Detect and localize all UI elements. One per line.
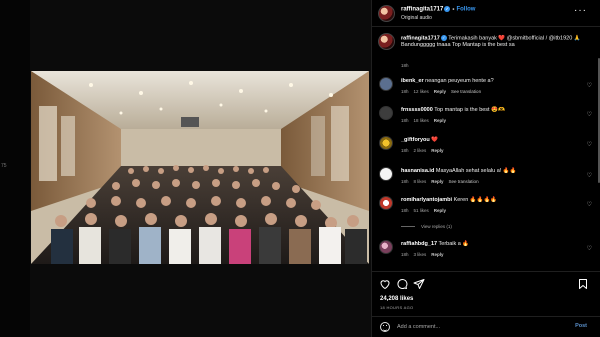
reply-button[interactable]: Reply <box>431 148 443 153</box>
comment-text: Top mantap is the best 😍🫶 <box>434 107 505 113</box>
comment-username[interactable]: _giftforyou <box>401 137 430 143</box>
author-avatar[interactable] <box>378 5 395 22</box>
separator-dot: • <box>452 6 455 13</box>
heart-icon[interactable]: ♡ <box>587 111 592 118</box>
comment-username[interactable]: hasnanisa.id <box>401 168 434 174</box>
comment-time: 18h <box>401 148 409 153</box>
caption-author-avatar[interactable] <box>378 33 395 50</box>
commenter-avatar[interactable] <box>379 106 393 120</box>
reply-button[interactable]: Reply <box>434 89 446 94</box>
post-age: 18 HOURS AGO <box>380 305 414 310</box>
comment-username[interactable]: ibenk_er <box>401 78 424 84</box>
commenter-avatar[interactable] <box>379 77 393 91</box>
replies-divider <box>401 226 415 228</box>
comment-time: 18h <box>401 179 409 184</box>
commenter-avatar[interactable] <box>379 240 393 254</box>
reply-button[interactable]: Reply <box>434 118 446 123</box>
save-bookmark-icon[interactable] <box>577 278 589 290</box>
heart-icon[interactable]: ♡ <box>587 141 592 148</box>
comment-text: Keren 🔥🔥🔥🔥 <box>453 197 498 203</box>
comment-text: Terbaik a 🔥 <box>438 241 470 247</box>
commenter-avatar[interactable] <box>379 196 393 210</box>
share-paper-plane-icon[interactable] <box>413 278 425 290</box>
comment-time: 18h <box>401 89 409 94</box>
verified-badge-icon: ✓ <box>444 6 451 12</box>
comment-likes[interactable]: 51 likes <box>414 208 429 213</box>
comment-text: MasyaAllah sehat selalu a! 🔥🔥 <box>435 168 517 174</box>
comment-item: frnssss0000 Top mantap is the best 😍🫶 18… <box>372 104 600 128</box>
post-header: raffinagita1717 ✓ • Follow Original audio ·… <box>372 0 600 27</box>
see-translation-link[interactable]: See translation <box>449 179 479 184</box>
emoji-smile-icon[interactable] <box>380 322 390 332</box>
commenter-avatar[interactable] <box>379 167 393 181</box>
crowd-photo <box>31 71 369 264</box>
reply-button[interactable]: Reply <box>431 252 443 257</box>
comment-likes[interactable]: 12 likes <box>414 89 429 94</box>
likes-count[interactable]: 24,208 likes <box>380 296 413 302</box>
comment-likes[interactable]: 3 likes <box>414 252 427 257</box>
heart-icon[interactable]: ♡ <box>587 245 592 252</box>
caption-timestamp: 18h <box>401 63 409 68</box>
comment-username[interactable]: raffiahbdg_17 <box>401 241 437 247</box>
comment-text: ❤️ <box>431 137 439 143</box>
comment-time: 18h <box>401 252 409 257</box>
comment-item: romiharlyantojambi Keren 🔥🔥🔥🔥 18h 51 like… <box>372 194 600 218</box>
view-replies-label: View replies (1) <box>421 224 452 229</box>
view-replies-button[interactable]: View replies (1) <box>401 224 452 229</box>
comment-time: 18h <box>401 208 409 213</box>
post-actions: 24,208 likes 18 HOURS AGO <box>372 271 600 315</box>
heart-icon[interactable]: ♡ <box>587 201 592 208</box>
comment-likes[interactable]: 8 likes <box>414 179 427 184</box>
comment-input[interactable] <box>397 321 547 333</box>
post-image[interactable]: 👤 🔇 <box>31 71 369 264</box>
comment-text: neangan peuyeum hente a? <box>425 78 494 84</box>
like-heart-icon[interactable] <box>379 278 391 290</box>
reply-button[interactable]: Reply <box>434 208 446 213</box>
author-username[interactable]: raffinagita1717 <box>401 7 443 13</box>
comment-item: raffiahbdg_17 Terbaik a 🔥 18h 3 likes Repl… <box>372 238 600 262</box>
reply-button[interactable]: Reply <box>431 179 443 184</box>
verified-badge-icon: ✓ <box>440 35 447 41</box>
add-comment-bar: Post <box>372 316 600 337</box>
see-translation-link[interactable]: See translation <box>451 89 481 94</box>
commenter-avatar[interactable] <box>379 136 393 150</box>
author-line: raffinagita1717 ✓ • Follow <box>401 6 475 13</box>
comment-item: hasnanisa.id MasyaAllah sehat selalu a! … <box>372 165 600 189</box>
comments-list[interactable]: raffinagita1717 ✓ Terimakasih banyak ❤️ @… <box>372 28 600 271</box>
caption-text: raffinagita1717 ✓ Terimakasih banyak ❤️ @… <box>401 35 586 49</box>
comment-time: 18h <box>401 118 409 123</box>
follow-button[interactable]: Follow <box>456 7 475 13</box>
comment-username[interactable]: romiharlyantojambi <box>401 197 452 203</box>
post-comment-button[interactable]: Post <box>575 323 587 329</box>
heart-icon[interactable]: ♡ <box>587 172 592 179</box>
heart-icon[interactable]: ♡ <box>587 82 592 89</box>
caption-username[interactable]: raffinagita1717 <box>401 35 440 41</box>
comment-item: _giftforyou ❤️ 18h 2 likes Reply ♡ <box>372 134 600 158</box>
comment-likes[interactable]: 2 likes <box>414 148 427 153</box>
more-options-icon[interactable]: ··· <box>574 5 587 16</box>
original-audio-link[interactable]: Original audio <box>401 15 432 21</box>
side-marker: 75 <box>1 163 7 169</box>
comment-bubble-icon[interactable] <box>396 278 408 290</box>
comment-item: ibenk_er neangan peuyeum hente a? 18h 12 … <box>372 75 600 99</box>
comment-likes[interactable]: 18 likes <box>414 118 429 123</box>
post-details-panel: raffinagita1717 ✓ • Follow Original audio ·… <box>371 0 600 337</box>
comment-username[interactable]: frnssss0000 <box>401 107 433 113</box>
